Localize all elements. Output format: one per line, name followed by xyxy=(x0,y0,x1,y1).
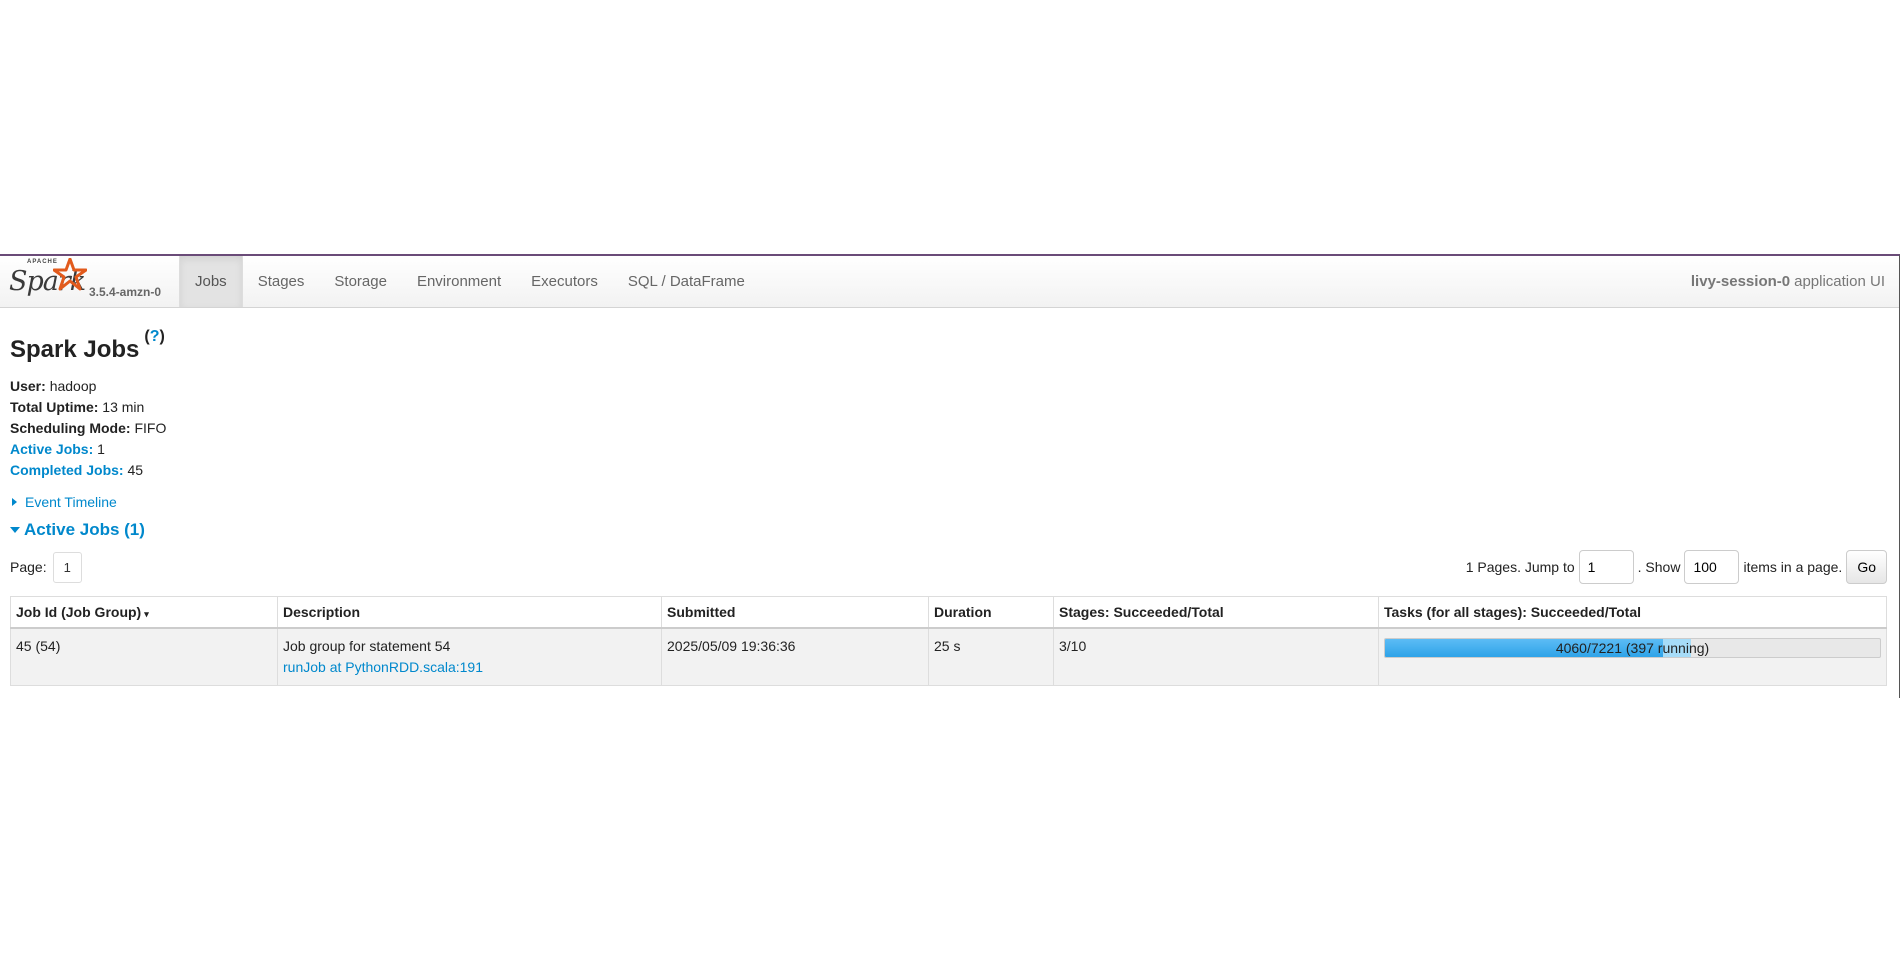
completed-jobs-value: 45 xyxy=(127,462,144,478)
description-link[interactable]: runJob at PythonRDD.scala:191 xyxy=(283,659,483,675)
active-jobs-value: 1 xyxy=(97,441,105,457)
spark-logo[interactable]: APACHE Spark xyxy=(9,258,87,298)
col-duration[interactable]: Duration xyxy=(928,596,1054,629)
spark-version: 3.5.4-amzn-0 xyxy=(89,285,162,299)
table-row: 45 (54) Job group for statement 54 runJo… xyxy=(10,627,1887,686)
application-title: livy-session-0 application UI xyxy=(1691,256,1885,307)
mode-label: Scheduling Mode: xyxy=(10,420,131,436)
page-number-button[interactable]: 1 xyxy=(52,551,82,583)
cell-tasks: 4060/7221 (397 running) xyxy=(1378,627,1887,686)
summary-active-jobs: Active Jobs: 1 xyxy=(10,439,1889,460)
caret-right-icon xyxy=(12,498,17,506)
col-tasks[interactable]: Tasks (for all stages): Succeeded/Total xyxy=(1378,596,1887,629)
summary-uptime: Total Uptime: 13 min xyxy=(10,397,1889,418)
summary-user: User: hadoop xyxy=(10,376,1889,397)
table-header-row: Job Id (Job Group) ▾ Description Submitte… xyxy=(10,596,1887,629)
app-suffix: application UI xyxy=(1794,273,1885,290)
brand[interactable]: APACHE Spark 3.5.4-amzn-0 xyxy=(0,256,179,307)
user-value: hadoop xyxy=(49,378,97,394)
nav-tabs: Jobs Stages Storage Environment Executor… xyxy=(179,256,760,307)
col-job-id[interactable]: Job Id (Job Group) ▾ xyxy=(10,596,278,629)
active-jobs-toggle[interactable]: Active Jobs (1) xyxy=(10,520,1889,540)
page-title-text: Spark Jobs xyxy=(10,336,140,363)
cell-job-id: 45 (54) xyxy=(10,627,278,686)
jump-to-page-input[interactable] xyxy=(1578,550,1634,584)
summary-completed-jobs: Completed Jobs: 45 xyxy=(10,460,1889,481)
completed-jobs-link[interactable]: Completed Jobs: xyxy=(10,462,124,478)
cell-stages: 3/10 xyxy=(1053,627,1379,686)
help-tooltip: (?) xyxy=(144,328,165,345)
event-timeline-toggle[interactable]: Event Timeline xyxy=(10,494,1889,510)
description-text: Job group for statement 54 xyxy=(283,638,451,654)
tab-sql-dataframe[interactable]: SQL / DataFrame xyxy=(613,256,760,307)
sort-descending-icon: ▾ xyxy=(144,609,149,619)
caret-down-icon xyxy=(10,527,20,533)
summary-scheduling-mode: Scheduling Mode: FIFO xyxy=(10,418,1889,439)
event-timeline-label: Event Timeline xyxy=(25,494,117,510)
main-content: Spark Jobs (?) User: hadoop Total Uptime… xyxy=(0,328,1899,686)
active-jobs-heading: Active Jobs (1) xyxy=(24,520,145,539)
tab-jobs[interactable]: Jobs xyxy=(179,256,243,307)
cell-description: Job group for statement 54 runJob at Pyt… xyxy=(277,627,662,686)
job-summary: User: hadoop Total Uptime: 13 min Schedu… xyxy=(10,376,1889,481)
cell-duration: 25 s xyxy=(928,627,1054,686)
col-job-id-label: Job Id (Job Group) xyxy=(16,604,142,620)
show-text: . Show xyxy=(1637,559,1681,575)
tab-storage[interactable]: Storage xyxy=(319,256,402,307)
spark-ui-window: APACHE Spark 3.5.4-amzn-0 Jobs Stages St… xyxy=(0,254,1900,698)
tab-environment[interactable]: Environment xyxy=(402,256,516,307)
progress-text: 4060/7221 (397 running) xyxy=(1555,640,1710,656)
user-label: User: xyxy=(10,378,46,394)
items-text: items in a page. xyxy=(1743,559,1843,575)
tab-executors[interactable]: Executors xyxy=(516,256,613,307)
col-description[interactable]: Description xyxy=(277,596,662,629)
help-link[interactable]: ? xyxy=(150,328,160,345)
col-stages[interactable]: Stages: Succeeded/Total xyxy=(1053,596,1379,629)
mode-value: FIFO xyxy=(134,420,167,436)
uptime-value: 13 min xyxy=(102,399,145,415)
spark-star-icon xyxy=(53,258,87,291)
page-controls: 1 Pages. Jump to . Show items in a page.… xyxy=(1466,550,1887,584)
active-jobs-table: Job Id (Job Group) ▾ Description Submitte… xyxy=(10,596,1887,686)
go-button[interactable]: Go xyxy=(1846,550,1887,584)
navbar: APACHE Spark 3.5.4-amzn-0 Jobs Stages St… xyxy=(0,256,1899,308)
tab-stages[interactable]: Stages xyxy=(243,256,320,307)
page-title: Spark Jobs (?) xyxy=(10,328,1889,364)
active-jobs-link[interactable]: Active Jobs: xyxy=(10,441,93,457)
tasks-progress-bar: 4060/7221 (397 running) xyxy=(1384,638,1881,658)
col-submitted[interactable]: Submitted xyxy=(661,596,929,629)
uptime-label: Total Uptime: xyxy=(10,399,99,415)
pages-text: 1 Pages. Jump to xyxy=(1465,559,1575,575)
pagination-bar: Page: 1 1 Pages. Jump to . Show items in… xyxy=(10,550,1887,584)
page-size-input[interactable] xyxy=(1684,550,1740,584)
page-label: Page: xyxy=(10,559,47,575)
app-name: livy-session-0 xyxy=(1690,273,1791,290)
cell-submitted: 2025/05/09 19:36:36 xyxy=(661,627,929,686)
page-indicator: Page: 1 xyxy=(10,551,82,583)
